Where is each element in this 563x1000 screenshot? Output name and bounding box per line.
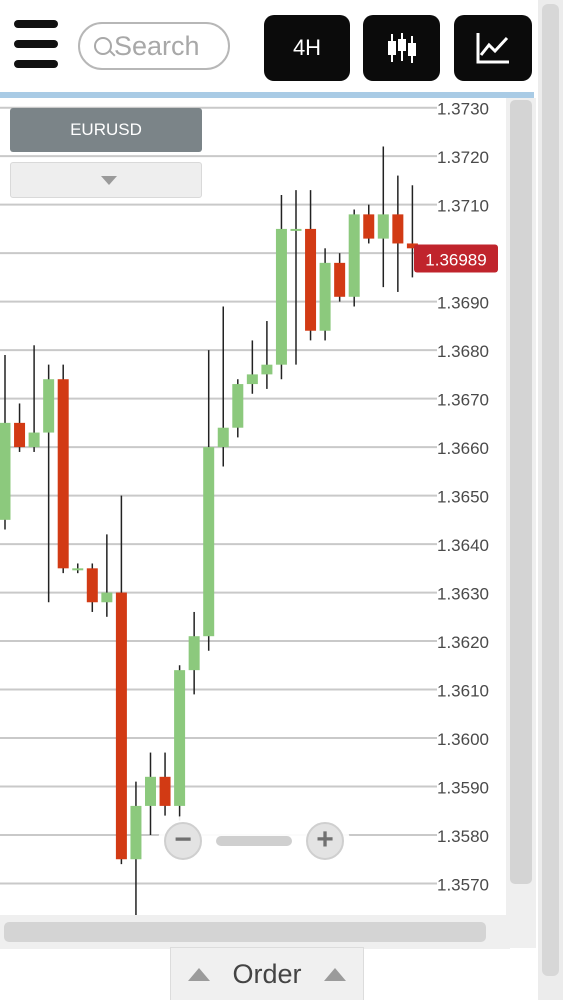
candle-body-up <box>377 214 389 239</box>
y-tick-label: 1.3590 <box>437 779 489 798</box>
zoom-control: − + <box>158 816 350 868</box>
candlestick-chart[interactable]: 1.37301.37201.37101.37001.36901.36801.36… <box>0 98 506 915</box>
y-tick-label: 1.3720 <box>437 148 489 167</box>
candle-body-up <box>290 228 302 231</box>
candle-body-up <box>28 432 40 448</box>
candle-body-up <box>203 447 215 637</box>
candle-body-up <box>348 214 360 297</box>
candle-body-down <box>159 776 171 806</box>
candle-body-up <box>232 384 244 428</box>
y-tick-label: 1.3690 <box>437 294 489 313</box>
y-tick-label: 1.3610 <box>437 682 489 701</box>
zoom-in-button[interactable]: + <box>306 822 344 860</box>
arrow-up-icon <box>188 967 211 981</box>
candle-body-down <box>115 592 127 860</box>
search-box[interactable] <box>78 22 230 70</box>
order-label: Order <box>232 958 302 989</box>
chart-vertical-scroll-thumb[interactable] <box>510 100 532 884</box>
y-tick-label: 1.3640 <box>437 536 489 555</box>
search-input[interactable] <box>114 30 224 62</box>
symbol-dropdown[interactable] <box>10 162 202 198</box>
candle-body-down <box>14 422 26 448</box>
symbol-button[interactable]: EURUSD <box>10 108 202 152</box>
y-tick-label: 1.3680 <box>437 342 489 361</box>
candle-body-down <box>334 262 346 297</box>
timeframe-button[interactable]: 4H <box>264 15 350 81</box>
chart-type-button[interactable] <box>363 15 440 81</box>
candle-body-up <box>246 374 258 385</box>
y-tick-label: 1.3570 <box>437 875 489 894</box>
y-tick-label: 1.3730 <box>437 100 489 119</box>
page-scrollbar-thumb[interactable] <box>542 4 559 976</box>
top-toolbar: 4H <box>0 0 563 92</box>
candle-body-up <box>130 805 142 860</box>
candle-body-up <box>217 427 229 448</box>
zoom-out-button[interactable]: − <box>164 822 202 860</box>
indicators-button[interactable] <box>454 15 532 81</box>
candle-body-up <box>275 228 287 365</box>
candle-body-down <box>392 214 404 244</box>
candle-body-up <box>0 422 11 520</box>
candle-body-up <box>174 670 186 806</box>
chevron-down-icon <box>101 176 117 185</box>
candle-body-up <box>43 379 55 433</box>
candle-body-down <box>363 214 375 239</box>
y-tick-label: 1.3650 <box>437 488 489 507</box>
candle-body-up <box>145 776 156 806</box>
y-tick-label: 1.3710 <box>437 197 489 216</box>
timeframe-label: 4H <box>292 35 322 60</box>
hamburger-menu-icon[interactable] <box>14 20 58 72</box>
symbol-label: EURUSD <box>70 120 142 139</box>
candle-body-down <box>57 379 69 569</box>
y-tick-label: 1.3660 <box>437 439 489 458</box>
order-button[interactable]: Order <box>170 947 364 1000</box>
chart-horizontal-scroll-thumb[interactable] <box>4 922 486 942</box>
candle-body-up <box>319 262 331 331</box>
y-tick-label: 1.3670 <box>437 391 489 410</box>
y-tick-label: 1.3620 <box>437 633 489 652</box>
candle-body-down <box>305 228 317 331</box>
current-price-label: 1.36989 <box>425 250 486 269</box>
candle-body-down <box>86 568 98 603</box>
candle-body-up <box>101 592 113 603</box>
candle-body-up <box>72 568 84 571</box>
y-tick-label: 1.3580 <box>437 827 489 846</box>
line-chart-icon <box>476 33 509 64</box>
candle-body-up <box>188 636 200 671</box>
zoom-slider[interactable] <box>216 836 292 846</box>
y-tick-label: 1.3600 <box>437 730 489 749</box>
arrow-up-icon <box>323 967 346 981</box>
candle-body-up <box>261 364 273 375</box>
candlestick-icon <box>387 33 416 63</box>
y-tick-label: 1.3630 <box>437 585 489 604</box>
search-icon <box>94 37 112 55</box>
